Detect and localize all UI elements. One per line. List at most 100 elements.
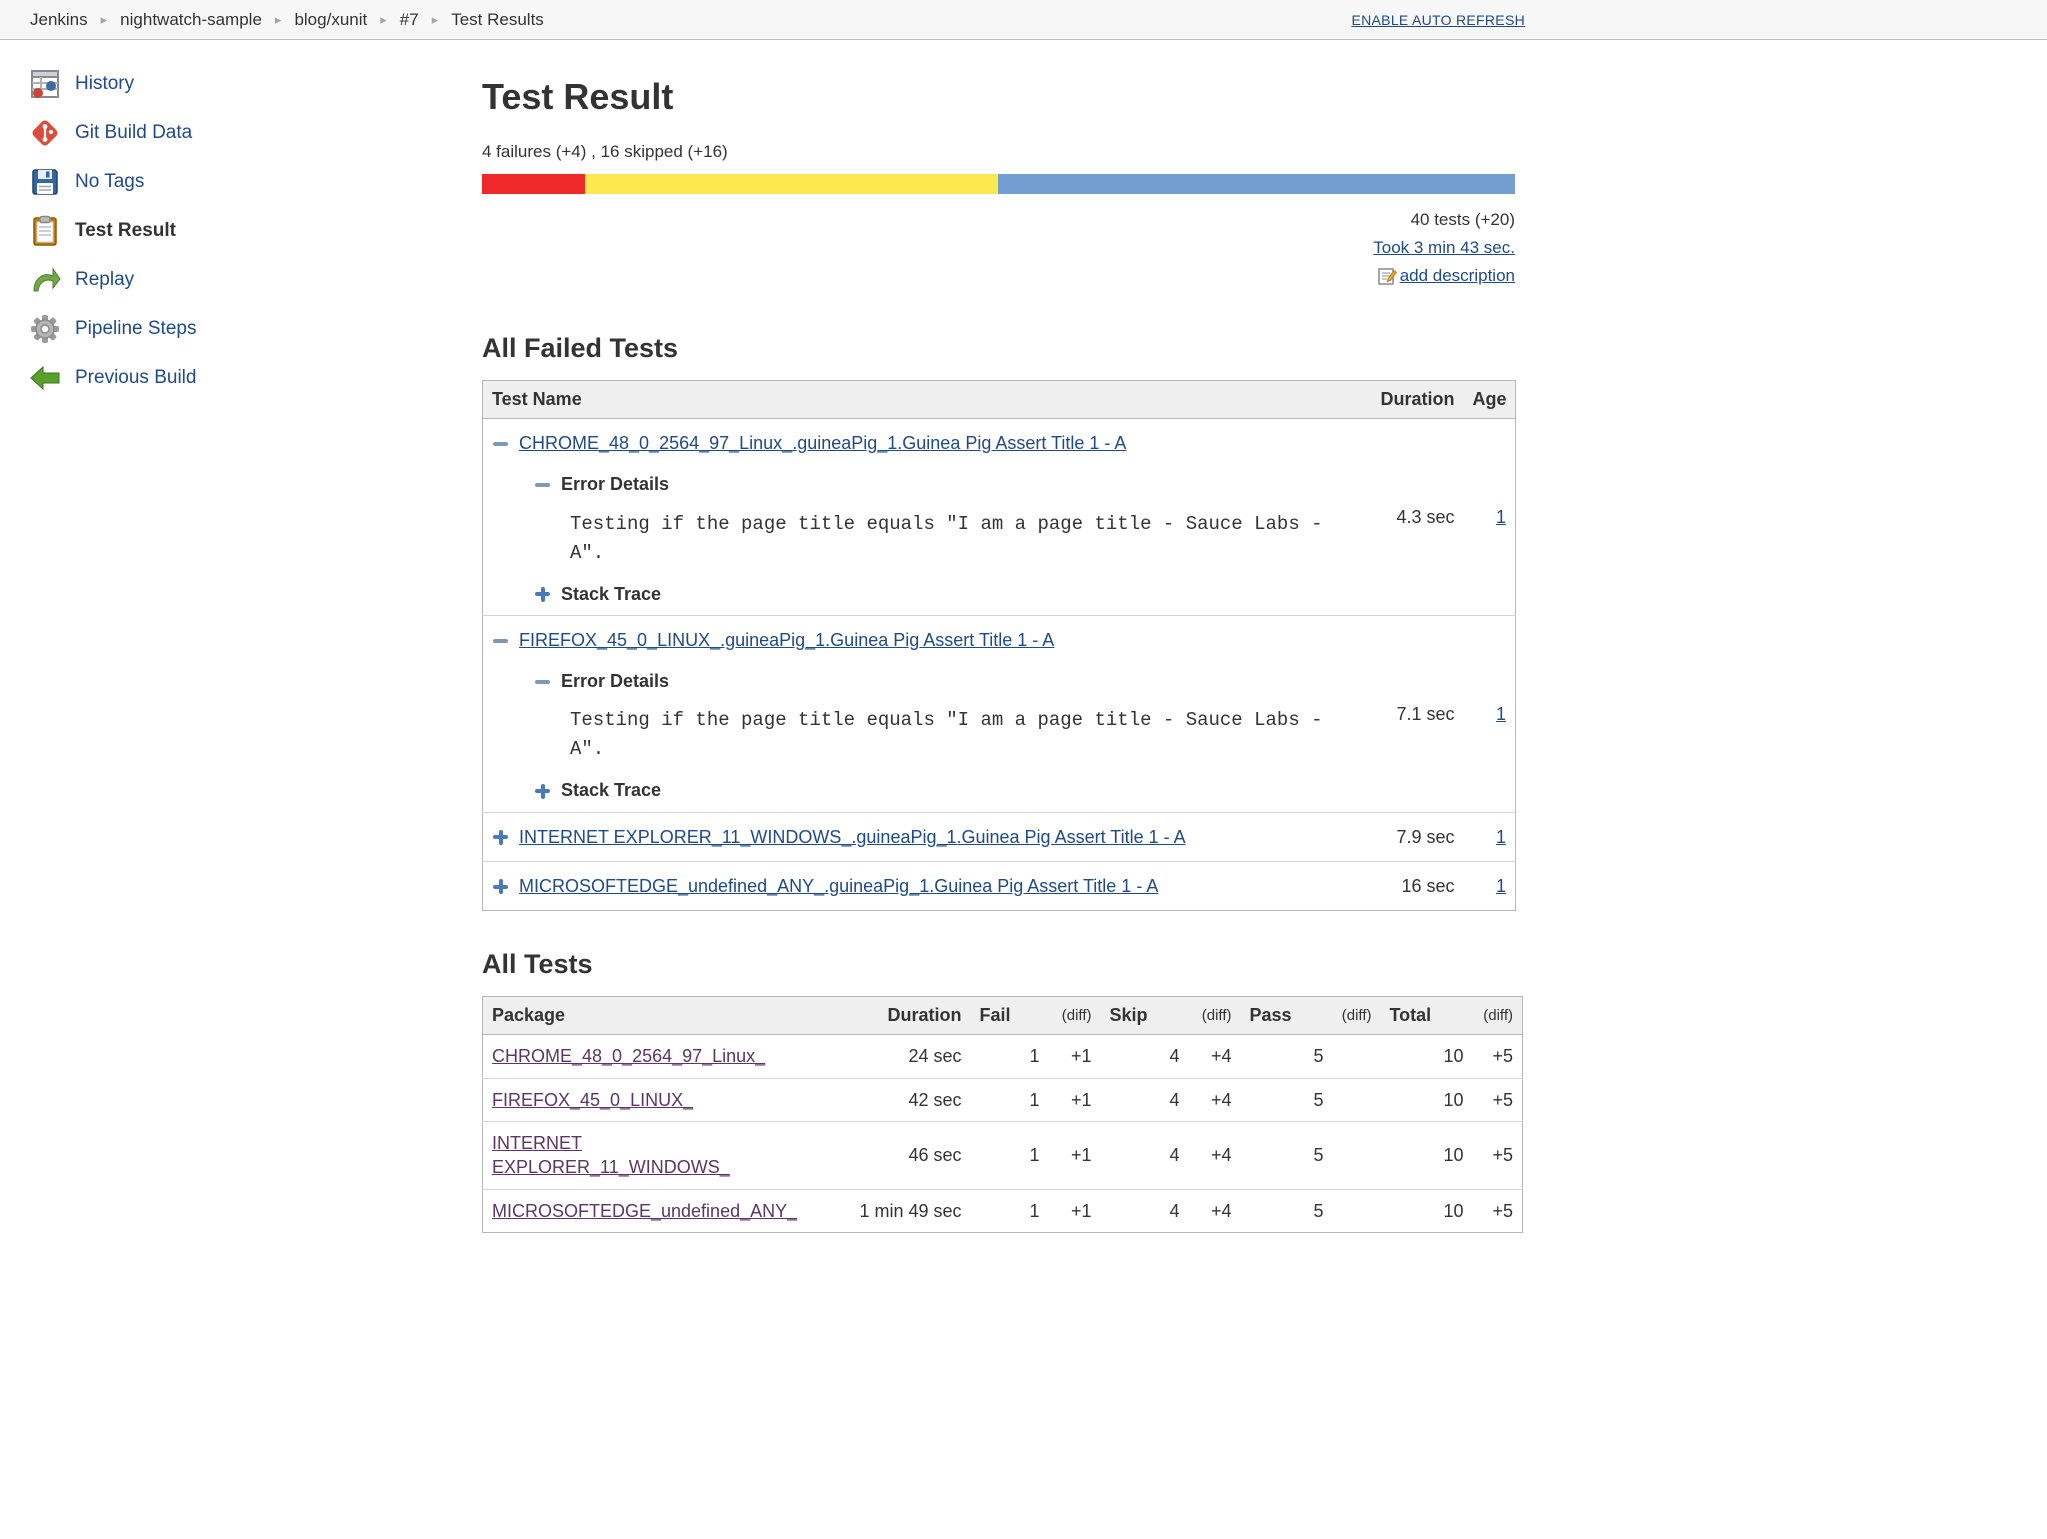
age-link[interactable]: 1 (1496, 704, 1506, 724)
sidebar-item-no-tags[interactable]: No Tags (28, 164, 482, 200)
package-link[interactable]: CHROME_48_0_2564_97_Linux_ (492, 1046, 765, 1066)
page-title: Test Result (482, 76, 674, 117)
package-link[interactable]: INTERNET EXPLORER_11_WINDOWS_ (492, 1133, 730, 1177)
breadcrumb-bar: Jenkins ▸ nightwatch-sample ▸ blog/xunit… (0, 0, 2047, 40)
failed-test-row: MICROSOFTEDGE_undefined_ANY_.guineaPig_1… (482, 861, 1516, 911)
sidebar-item-label: Pipeline Steps (75, 318, 197, 339)
failed-test-link[interactable]: INTERNET EXPLORER_11_WINDOWS_.guineaPig_… (519, 825, 1186, 849)
package-link[interactable]: MICROSOFTEDGE_undefined_ANY_ (492, 1201, 797, 1221)
skip-diff: +4 (1188, 1120, 1241, 1190)
sidebar-item-label: History (75, 73, 135, 94)
skip-count: 4 (1100, 1120, 1189, 1190)
total-count: 10 (1443, 1046, 1464, 1067)
breadcrumb-branch[interactable]: blog/xunit (294, 10, 367, 30)
failed-test-link[interactable]: MICROSOFTEDGE_undefined_ANY_.guineaPig_1… (519, 874, 1158, 898)
col-header-fail: Fail (970, 996, 1049, 1036)
stack-trace-label[interactable]: Stack Trace (561, 582, 661, 606)
sidebar-item-replay[interactable]: Replay (28, 262, 482, 298)
duration-value: 7.1 sec (1353, 614, 1464, 813)
collapse-icon[interactable] (534, 673, 551, 690)
collapse-icon[interactable] (492, 632, 509, 649)
previous-build-arrow-icon (28, 361, 62, 395)
error-message: Testing if the page title equals "I am a… (570, 512, 1323, 564)
enable-auto-refresh-link[interactable]: ENABLE AUTO REFRESH (1352, 12, 1526, 28)
duration-value: 16 sec (1353, 861, 1464, 911)
fail-diff: +1 (1048, 1077, 1101, 1122)
breadcrumb-job[interactable]: nightwatch-sample (120, 10, 262, 30)
sidebar-item-previous-build[interactable]: Previous Build (28, 360, 482, 396)
failed-tests-heading: All Failed Tests (482, 333, 679, 363)
col-header-duration: Duration (820, 996, 971, 1036)
sidebar-item-label: Test Result (75, 220, 177, 241)
edit-description-icon (1377, 266, 1397, 286)
fail-count: 1 (970, 1188, 1049, 1233)
failed-test-link[interactable]: CHROME_48_0_2564_97_Linux_.guineaPig_1.G… (519, 431, 1126, 455)
history-icon (28, 67, 62, 101)
sidebar-item-history[interactable]: History (28, 66, 482, 102)
package-link[interactable]: FIREFOX_45_0_LINUX_ (492, 1090, 693, 1110)
failed-test-row: INTERNET EXPLORER_11_WINDOWS_.guineaPig_… (482, 811, 1516, 862)
expand-icon[interactable] (492, 828, 509, 845)
fail-count: 1 (970, 1120, 1049, 1190)
clipboard-icon (28, 214, 62, 248)
expand-icon[interactable] (492, 878, 509, 895)
progress-pass (998, 174, 1515, 194)
git-icon (28, 116, 62, 150)
breadcrumb-jenkins[interactable]: Jenkins (30, 10, 88, 30)
error-message: Testing if the page title equals "I am a… (570, 709, 1323, 761)
sidebar: History Git Build Data No Tags Test Resu… (0, 40, 482, 1293)
col-header-pass: Pass (1240, 996, 1333, 1036)
duration-value: 42 sec (820, 1077, 971, 1122)
error-details-label[interactable]: Error Details (561, 669, 669, 693)
stack-trace-label[interactable]: Stack Trace (561, 778, 661, 802)
total-diff: +5 (1472, 1188, 1523, 1233)
collapse-icon[interactable] (534, 476, 551, 493)
age-link[interactable]: 1 (1496, 827, 1506, 847)
failed-test-link[interactable]: FIREFOX_45_0_LINUX_.guineaPig_1.Guinea P… (519, 628, 1054, 652)
replay-arrow-icon (28, 263, 62, 297)
col-header-total: Total (1380, 996, 1473, 1036)
col-header-test-name: Test Name (482, 380, 1354, 419)
pass-count: 5 (1240, 1120, 1333, 1190)
total-diff: +5 (1472, 1120, 1523, 1190)
sidebar-item-label: Previous Build (75, 367, 197, 388)
sidebar-item-test-result[interactable]: Test Result (28, 213, 482, 249)
failed-test-row: FIREFOX_45_0_LINUX_.guineaPig_1.Guinea P… (482, 614, 1516, 813)
pass-count: 5 (1240, 1077, 1333, 1122)
package-row: CHROME_48_0_2564_97_Linux_ 24 sec 1 +1 4… (483, 1035, 1523, 1078)
sidebar-item-pipeline-steps[interactable]: Pipeline Steps (28, 311, 482, 347)
breadcrumb-build-number[interactable]: #7 (400, 10, 419, 30)
col-header-duration: Duration (1353, 380, 1464, 419)
all-tests-heading: All Tests (482, 949, 593, 980)
failed-test-row: CHROME_48_0_2564_97_Linux_.guineaPig_1.G… (483, 419, 1516, 616)
total-count: 10 (1380, 1120, 1473, 1190)
progress-skip (585, 174, 999, 194)
col-header-skip-diff: (diff) (1188, 996, 1241, 1036)
expand-icon[interactable] (534, 585, 551, 602)
pass-diff (1332, 1120, 1381, 1190)
package-row: MICROSOFTEDGE_undefined_ANY_ 1 min 49 se… (482, 1188, 1523, 1233)
error-details-label[interactable]: Error Details (561, 472, 669, 496)
main-content: Test Result 4 failures (+4) , 16 skipped… (482, 40, 1523, 1293)
collapse-icon[interactable] (492, 435, 509, 452)
col-header-pass-diff: (diff) (1332, 996, 1381, 1036)
age-link[interactable]: 1 (1496, 507, 1506, 527)
total-count: 10 (1380, 1077, 1473, 1122)
sidebar-item-git-build-data[interactable]: Git Build Data (28, 115, 482, 151)
chevron-right-icon: ▸ (431, 11, 439, 27)
took-duration-link[interactable]: Took 3 min 43 sec. (1373, 238, 1515, 257)
breadcrumb-test-results[interactable]: Test Results (451, 10, 544, 30)
sidebar-item-label: Git Build Data (75, 122, 193, 143)
duration-value: 7.9 sec (1353, 811, 1464, 862)
duration-value: 1 min 49 sec (820, 1188, 971, 1233)
pass-count: 5 (1240, 1188, 1333, 1233)
total-count: 10 (1380, 1188, 1473, 1233)
progress-fail (482, 174, 586, 194)
duration-value: 4.3 sec (1396, 506, 1455, 527)
age-link[interactable]: 1 (1496, 876, 1506, 896)
add-description-link[interactable]: add description (1400, 262, 1515, 290)
skip-count: 4 (1100, 1188, 1189, 1233)
skip-count: 4 (1100, 1077, 1189, 1122)
expand-icon[interactable] (534, 782, 551, 799)
fail-count: 1 (970, 1077, 1049, 1122)
